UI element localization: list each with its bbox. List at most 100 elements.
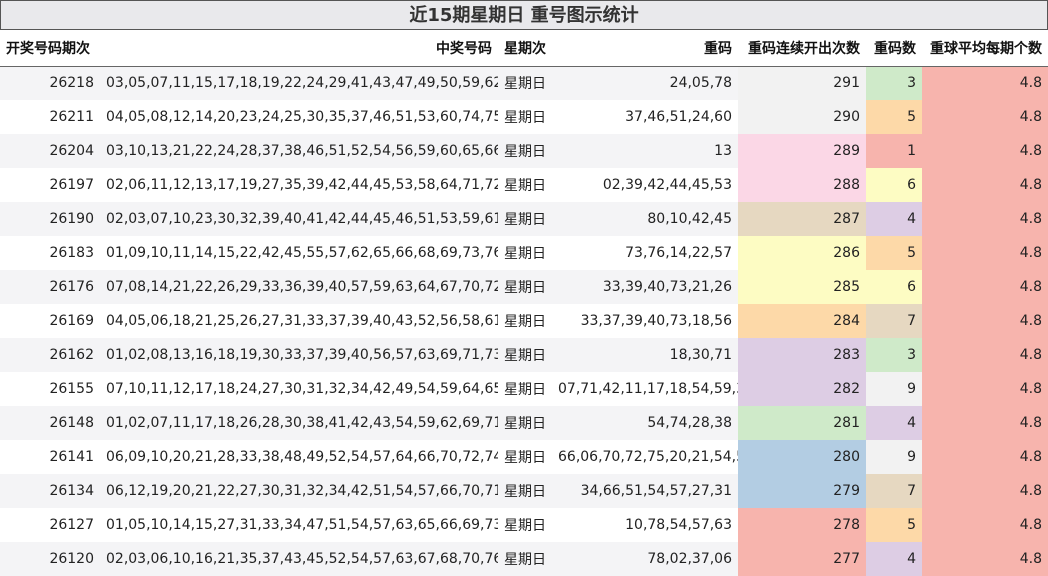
streak-cell: 281	[738, 406, 866, 440]
issue-cell: 26155	[49, 381, 94, 397]
issue-cell: 26141	[49, 449, 94, 465]
header-numbers[interactable]: 中奖号码	[100, 30, 498, 67]
table-row[interactable]: 26169 04,05,06,18,21,25,26,27,31,33,37,39…	[0, 304, 1048, 338]
repeat-stats-table: 开奖号码期次 中奖号码 星期次 重码 重码连续开出次数 重码数 重球平均每期个数…	[0, 30, 1048, 576]
weekday-cell: 星期日	[498, 134, 552, 168]
table-row[interactable]: 26141 06,09,10,20,21,28,33,38,48,49,52,54…	[0, 440, 1048, 474]
table-row[interactable]: 26176 07,08,14,21,22,26,29,33,36,39,40,57…	[0, 270, 1048, 304]
streak-cell: 290	[738, 100, 866, 134]
issue-cell: 26197	[49, 177, 94, 193]
issue-cell: 26176	[0, 270, 100, 304]
header-issue[interactable]: 开奖号码期次	[0, 30, 100, 67]
count-cell: 4	[866, 542, 922, 576]
streak-cell: 289	[738, 134, 866, 168]
weekday-cell: 星期日	[498, 270, 552, 304]
table-row[interactable]: 26127 01,05,10,14,15,27,31,33,34,47,51,54…	[0, 508, 1048, 542]
issue-cell: 26183	[49, 245, 94, 261]
numbers-cell: 03,05,07,11,15,17,18,19,22,24,29,41,43,4…	[100, 66, 498, 100]
avg-cell: 4.8	[922, 304, 1048, 338]
header-streak[interactable]: 重码连续开出次数	[738, 30, 866, 67]
page-title: 近15期星期日 重号图示统计	[0, 0, 1048, 30]
avg-cell: 4.8	[922, 338, 1048, 372]
numbers-cell: 02,03,06,10,16,21,35,37,43,45,52,54,57,6…	[100, 542, 498, 576]
streak-cell: 280	[738, 440, 866, 474]
repeat-cell: 54,74,28,38	[552, 406, 738, 440]
repeat-cell: 18,30,71	[552, 338, 738, 372]
numbers-cell: 02,03,07,10,23,30,32,39,40,41,42,44,45,4…	[100, 202, 498, 236]
table-row[interactable]: 26134 06,12,19,20,21,22,27,30,31,32,34,42…	[0, 474, 1048, 508]
table-header-row: 开奖号码期次 中奖号码 星期次 重码 重码连续开出次数 重码数 重球平均每期个数	[0, 30, 1048, 67]
weekday-cell: 星期日	[504, 246, 546, 262]
count-cell: 5	[866, 100, 922, 134]
repeat-cell: 37,46,51,24,60	[625, 109, 732, 125]
repeat-cell: 02,39,42,44,45,53	[602, 177, 732, 193]
table-row[interactable]: 26162 01,02,08,13,16,18,19,30,33,37,39,40…	[0, 338, 1048, 372]
table-row[interactable]: 26197 02,06,11,12,13,17,19,27,35,39,42,44…	[0, 168, 1048, 202]
numbers-cell: 06,09,10,20,21,28,33,38,48,49,52,54,57,6…	[106, 449, 498, 465]
weekday-cell: 星期日	[504, 178, 546, 194]
issue-cell: 26204	[0, 134, 100, 168]
count-cell: 9	[866, 440, 922, 474]
streak-cell: 278	[738, 508, 866, 542]
streak-cell: 285	[738, 270, 866, 304]
issue-cell: 26148	[0, 406, 100, 440]
repeat-cell: 24,05,78	[552, 66, 738, 100]
numbers-cell: 01,02,07,11,17,18,26,28,30,38,41,42,43,5…	[100, 406, 498, 440]
weekday-cell: 星期日	[498, 66, 552, 100]
table-row[interactable]: 26120 02,03,06,10,16,21,35,37,43,45,52,54…	[0, 542, 1048, 576]
issue-cell: 26120	[0, 542, 100, 576]
header-weekday[interactable]: 星期次	[498, 30, 552, 67]
header-repeat[interactable]: 重码	[552, 30, 738, 67]
streak-cell: 277	[738, 542, 866, 576]
streak-cell: 288	[738, 168, 866, 202]
issue-cell: 26134	[0, 474, 100, 508]
avg-cell: 4.8	[922, 372, 1048, 406]
avg-cell: 4.8	[922, 270, 1048, 304]
numbers-cell: 01,05,10,14,15,27,31,33,34,47,51,54,57,6…	[106, 517, 498, 533]
count-cell: 7	[866, 474, 922, 508]
repeat-cell: 07,71,42,11,17,18,54,59,30	[558, 381, 738, 397]
header-avg[interactable]: 重球平均每期个数	[922, 30, 1048, 67]
streak-cell: 279	[738, 474, 866, 508]
streak-cell: 287	[738, 202, 866, 236]
streak-cell: 291	[738, 66, 866, 100]
weekday-cell: 星期日	[504, 110, 546, 126]
table-row[interactable]: 26218 03,05,07,11,15,17,18,19,22,24,29,41…	[0, 66, 1048, 100]
streak-cell: 282	[738, 372, 866, 406]
header-count[interactable]: 重码数	[866, 30, 922, 67]
table-row[interactable]: 26183 01,09,10,11,14,15,22,42,45,55,57,62…	[0, 236, 1048, 270]
numbers-cell: 01,02,08,13,16,18,19,30,33,37,39,40,56,5…	[100, 338, 498, 372]
numbers-cell: 07,08,14,21,22,26,29,33,36,39,40,57,59,6…	[100, 270, 498, 304]
numbers-cell: 07,10,11,12,17,18,24,27,30,31,32,34,42,4…	[106, 381, 498, 397]
table-row[interactable]: 26155 07,10,11,12,17,18,24,27,30,31,32,34…	[0, 372, 1048, 406]
repeat-cell: 73,76,14,22,57	[625, 245, 732, 261]
issue-cell: 26162	[0, 338, 100, 372]
weekday-cell: 星期日	[504, 450, 546, 466]
numbers-cell: 06,12,19,20,21,22,27,30,31,32,34,42,51,5…	[100, 474, 498, 508]
repeat-cell: 33,37,39,40,73,18,56	[580, 313, 732, 329]
count-cell: 5	[866, 508, 922, 542]
numbers-cell: 04,05,06,18,21,25,26,27,31,33,37,39,40,4…	[106, 313, 498, 329]
avg-cell: 4.8	[922, 236, 1048, 270]
repeat-cell: 66,06,70,72,75,20,21,54,57	[558, 449, 738, 465]
repeat-cell: 33,39,40,73,21,26	[552, 270, 738, 304]
table-row[interactable]: 26190 02,03,07,10,23,30,32,39,40,41,42,44…	[0, 202, 1048, 236]
avg-cell: 4.8	[922, 134, 1048, 168]
numbers-cell: 01,09,10,11,14,15,22,42,45,55,57,62,65,6…	[106, 245, 498, 261]
avg-cell: 4.8	[922, 406, 1048, 440]
count-cell: 7	[866, 304, 922, 338]
streak-cell: 283	[738, 338, 866, 372]
weekday-cell: 星期日	[504, 314, 546, 330]
avg-cell: 4.8	[922, 66, 1048, 100]
count-cell: 5	[866, 236, 922, 270]
table-row[interactable]: 26211 04,05,08,12,14,20,23,24,25,30,35,37…	[0, 100, 1048, 134]
table-row[interactable]: 26204 03,10,13,21,22,24,28,37,38,46,51,52…	[0, 134, 1048, 168]
avg-cell: 4.8	[922, 542, 1048, 576]
count-cell: 6	[866, 168, 922, 202]
streak-cell: 286	[738, 236, 866, 270]
weekday-cell: 星期日	[498, 474, 552, 508]
repeat-cell: 34,66,51,54,57,27,31	[552, 474, 738, 508]
issue-cell: 26127	[49, 517, 94, 533]
table-row[interactable]: 26148 01,02,07,11,17,18,26,28,30,38,41,42…	[0, 406, 1048, 440]
issue-cell: 26190	[0, 202, 100, 236]
